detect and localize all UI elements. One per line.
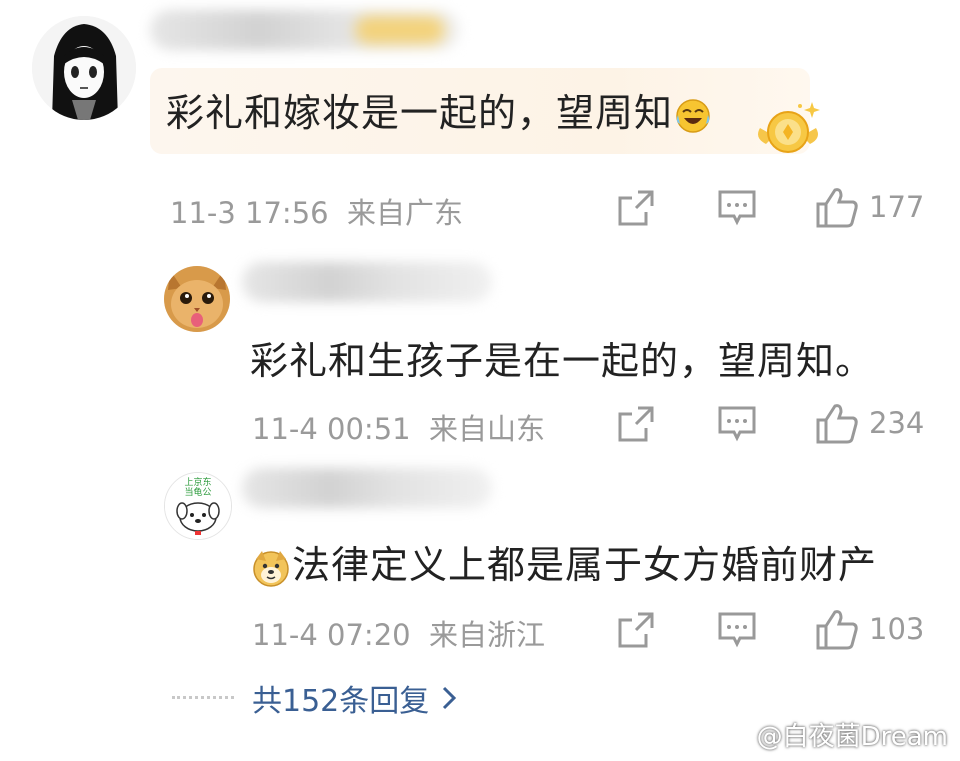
avatar-text-line-1: 上京东 — [184, 476, 211, 488]
share-button[interactable] — [616, 610, 656, 650]
thumbs-up-icon — [816, 404, 858, 444]
watermark: @白夜菌Dream — [717, 716, 948, 753]
comment-meta: 11-4 07:20 来自浙江 — [252, 612, 545, 654]
comment-time: 11-4 07:20 — [252, 618, 411, 652]
like-count: 234 — [869, 406, 925, 440]
like-button[interactable]: 103 — [815, 608, 924, 650]
like-count: 103 — [869, 612, 925, 646]
replies-count-label: 共152条回复 — [252, 684, 430, 719]
comment-location: 来自山东 — [429, 412, 546, 446]
comment-icon — [718, 612, 756, 648]
username-blurred[interactable] — [242, 262, 492, 302]
view-replies-link[interactable]: 共152条回复 — [252, 676, 457, 720]
avatar-text-line-2: 当龟公 — [184, 486, 211, 498]
comment-text: 彩礼和生孩子是在一起的，望周知。 — [250, 339, 875, 383]
comment-text: 法律定义上都是属于女方婚前财产 — [252, 534, 877, 589]
username-blurred[interactable] — [150, 10, 460, 50]
like-button[interactable]: 234 — [815, 402, 924, 444]
thumbs-up-icon — [816, 188, 858, 228]
comment-button[interactable] — [716, 610, 758, 650]
thumbs-up-icon — [816, 610, 858, 650]
comment-location: 来自广东 — [347, 196, 464, 230]
like-count: 177 — [869, 190, 925, 224]
dog-mascot-avatar-icon: 上京东 当龟公 — [165, 473, 231, 539]
share-icon — [618, 406, 654, 442]
laughing-crying-emoji-icon — [675, 98, 711, 134]
cat-avatar-icon — [164, 266, 230, 332]
share-button[interactable] — [616, 188, 656, 228]
comment-icon — [718, 190, 756, 226]
avatar[interactable] — [164, 266, 230, 332]
anime-girl-avatar-icon — [32, 16, 136, 120]
divider-dots — [172, 696, 234, 699]
comment-text: 彩礼和嫁妆是一起的，望周知 — [166, 82, 711, 137]
comment-location: 来自浙江 — [429, 618, 546, 652]
avatar[interactable] — [32, 16, 136, 120]
share-icon — [618, 190, 654, 226]
comment-button[interactable] — [716, 188, 758, 228]
weibo-logo-icon — [717, 723, 748, 748]
comment-meta: 11-3 17:56 来自广东 — [170, 190, 463, 232]
share-button[interactable] — [616, 404, 656, 444]
comment-button[interactable] — [716, 404, 758, 444]
comment-icon — [718, 406, 756, 442]
comment-time: 11-3 17:56 — [170, 196, 329, 230]
doge-emoji-icon — [252, 549, 290, 587]
like-button[interactable]: 177 — [815, 186, 924, 228]
avatar[interactable]: 上京东 当龟公 — [164, 472, 232, 540]
share-icon — [618, 612, 654, 648]
username-blurred[interactable] — [242, 468, 492, 508]
gold-badge-icon — [752, 98, 824, 164]
chevron-right-icon — [443, 686, 457, 710]
comment-time: 11-4 00:51 — [252, 412, 411, 446]
comment-meta: 11-4 00:51 来自山东 — [252, 406, 545, 448]
watermark-text: @白夜菌Dream — [756, 722, 948, 752]
